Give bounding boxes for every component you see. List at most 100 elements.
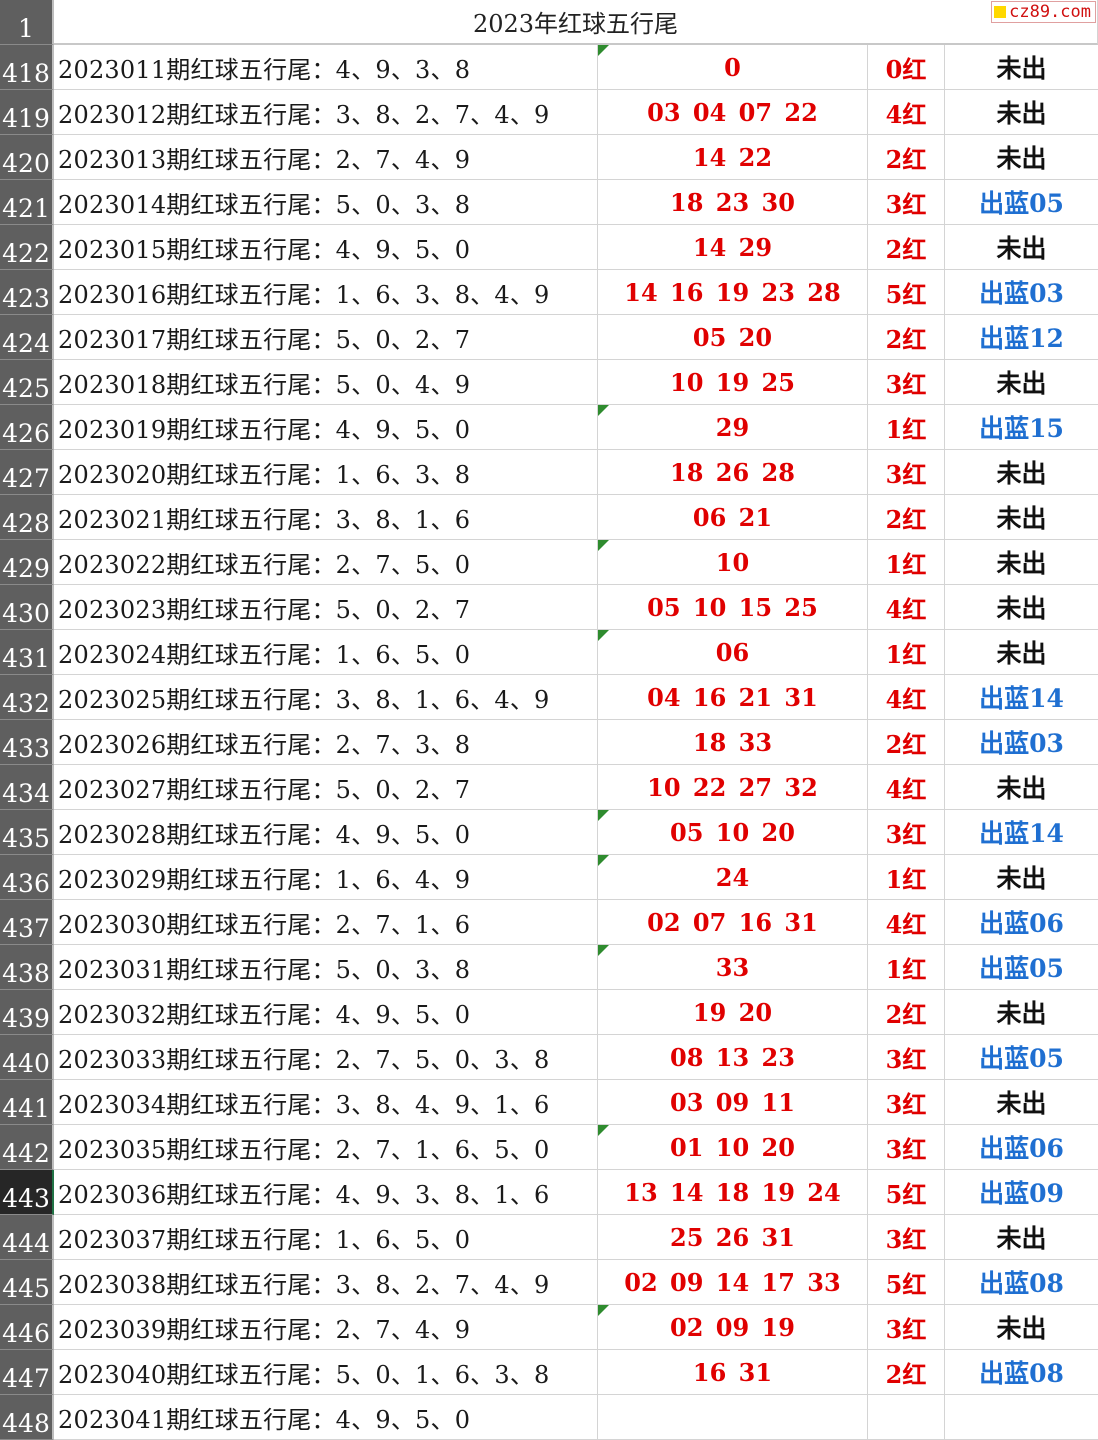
row-number[interactable]: 424 — [0, 315, 54, 360]
row-number[interactable]: 433 — [0, 720, 54, 765]
red-numbers-cell[interactable]: 02 07 16 31 — [598, 900, 868, 945]
red-numbers-cell[interactable]: 06 — [598, 630, 868, 675]
red-numbers-cell[interactable]: 03 09 11 — [598, 1080, 868, 1125]
desc-cell[interactable]: 2023015期红球五行尾：4、9、5、0 — [54, 225, 598, 270]
desc-cell[interactable]: 2023036期红球五行尾：4、9、3、8、1、6 — [54, 1170, 598, 1215]
red-count-cell[interactable]: 4红 — [868, 900, 945, 945]
red-count-cell[interactable]: 4红 — [868, 90, 945, 135]
red-numbers-cell[interactable]: 05 20 — [598, 315, 868, 360]
red-numbers-cell[interactable]: 02 09 14 17 33 — [598, 1260, 868, 1305]
red-count-cell[interactable] — [868, 1395, 945, 1440]
result-cell[interactable]: 未出 — [945, 225, 1098, 270]
row-number[interactable]: 438 — [0, 945, 54, 990]
result-cell[interactable]: 出蓝15 — [945, 405, 1098, 450]
desc-cell[interactable]: 2023032期红球五行尾：4、9、5、0 — [54, 990, 598, 1035]
red-numbers-cell[interactable]: 16 31 — [598, 1350, 868, 1395]
red-count-cell[interactable]: 5红 — [868, 270, 945, 315]
desc-cell[interactable]: 2023018期红球五行尾：5、0、4、9 — [54, 360, 598, 405]
row-number-header[interactable]: 1 — [0, 0, 54, 45]
row-number[interactable]: 425 — [0, 360, 54, 405]
row-number[interactable]: 437 — [0, 900, 54, 945]
row-number[interactable]: 420 — [0, 135, 54, 180]
red-count-cell[interactable]: 3红 — [868, 1080, 945, 1125]
red-numbers-cell[interactable]: 33 — [598, 945, 868, 990]
result-cell[interactable]: 出蓝06 — [945, 1125, 1098, 1170]
red-numbers-cell[interactable]: 19 20 — [598, 990, 868, 1035]
red-count-cell[interactable]: 0红 — [868, 45, 945, 90]
desc-cell[interactable]: 2023030期红球五行尾：2、7、1、6 — [54, 900, 598, 945]
desc-cell[interactable]: 2023037期红球五行尾：1、6、5、0 — [54, 1215, 598, 1260]
red-count-cell[interactable]: 2红 — [868, 720, 945, 765]
red-count-cell[interactable]: 4红 — [868, 675, 945, 720]
red-count-cell[interactable]: 2红 — [868, 495, 945, 540]
result-cell[interactable]: 未出 — [945, 630, 1098, 675]
row-number[interactable]: 426 — [0, 405, 54, 450]
row-number[interactable]: 421 — [0, 180, 54, 225]
red-numbers-cell[interactable]: 04 16 21 31 — [598, 675, 868, 720]
red-count-cell[interactable]: 3红 — [868, 450, 945, 495]
red-numbers-cell[interactable]: 10 19 25 — [598, 360, 868, 405]
red-count-cell[interactable]: 1红 — [868, 630, 945, 675]
desc-cell[interactable]: 2023028期红球五行尾：4、9、5、0 — [54, 810, 598, 855]
desc-cell[interactable]: 2023025期红球五行尾：3、8、1、6、4、9 — [54, 675, 598, 720]
result-cell[interactable]: 未出 — [945, 855, 1098, 900]
result-cell[interactable]: 出蓝05 — [945, 945, 1098, 990]
red-numbers-cell[interactable]: 14 16 19 23 28 — [598, 270, 868, 315]
red-count-cell[interactable]: 5红 — [868, 1170, 945, 1215]
result-cell[interactable]: 出蓝12 — [945, 315, 1098, 360]
red-numbers-cell[interactable]: 0 — [598, 45, 868, 90]
row-number[interactable]: 434 — [0, 765, 54, 810]
result-cell[interactable]: 出蓝14 — [945, 810, 1098, 855]
red-numbers-cell[interactable]: 05 10 20 — [598, 810, 868, 855]
result-cell[interactable]: 出蓝08 — [945, 1350, 1098, 1395]
row-number[interactable]: 422 — [0, 225, 54, 270]
red-numbers-cell[interactable]: 29 — [598, 405, 868, 450]
row-number[interactable]: 447 — [0, 1350, 54, 1395]
row-number[interactable]: 428 — [0, 495, 54, 540]
red-numbers-cell[interactable]: 05 10 15 25 — [598, 585, 868, 630]
red-numbers-cell[interactable]: 14 29 — [598, 225, 868, 270]
red-count-cell[interactable]: 5红 — [868, 1260, 945, 1305]
red-count-cell[interactable]: 4红 — [868, 765, 945, 810]
red-count-cell[interactable]: 2红 — [868, 315, 945, 360]
result-cell[interactable]: 出蓝14 — [945, 675, 1098, 720]
red-numbers-cell[interactable]: 18 23 30 — [598, 180, 868, 225]
red-count-cell[interactable]: 2红 — [868, 990, 945, 1035]
red-count-cell[interactable]: 1红 — [868, 945, 945, 990]
result-cell[interactable]: 未出 — [945, 990, 1098, 1035]
row-number[interactable]: 443 — [0, 1170, 54, 1215]
result-cell[interactable]: 未出 — [945, 1305, 1098, 1350]
red-count-cell[interactable]: 1红 — [868, 855, 945, 900]
desc-cell[interactable]: 2023031期红球五行尾：5、0、3、8 — [54, 945, 598, 990]
desc-cell[interactable]: 2023017期红球五行尾：5、0、2、7 — [54, 315, 598, 360]
row-number[interactable]: 442 — [0, 1125, 54, 1170]
desc-cell[interactable]: 2023040期红球五行尾：5、0、1、6、3、8 — [54, 1350, 598, 1395]
result-cell[interactable] — [945, 1395, 1098, 1440]
result-cell[interactable]: 出蓝06 — [945, 900, 1098, 945]
red-count-cell[interactable]: 3红 — [868, 360, 945, 405]
red-numbers-cell[interactable]: 08 13 23 — [598, 1035, 868, 1080]
result-cell[interactable]: 未出 — [945, 45, 1098, 90]
desc-cell[interactable]: 2023041期红球五行尾：4、9、5、0 — [54, 1395, 598, 1440]
result-cell[interactable]: 出蓝09 — [945, 1170, 1098, 1215]
desc-cell[interactable]: 2023021期红球五行尾：3、8、1、6 — [54, 495, 598, 540]
row-number[interactable]: 445 — [0, 1260, 54, 1305]
red-numbers-cell[interactable]: 24 — [598, 855, 868, 900]
result-cell[interactable]: 未出 — [945, 495, 1098, 540]
result-cell[interactable]: 出蓝05 — [945, 1035, 1098, 1080]
result-cell[interactable]: 出蓝03 — [945, 270, 1098, 315]
result-cell[interactable]: 出蓝08 — [945, 1260, 1098, 1305]
desc-cell[interactable]: 2023019期红球五行尾：4、9、5、0 — [54, 405, 598, 450]
desc-cell[interactable]: 2023023期红球五行尾：5、0、2、7 — [54, 585, 598, 630]
row-number[interactable]: 446 — [0, 1305, 54, 1350]
desc-cell[interactable]: 2023011期红球五行尾：4、9、3、8 — [54, 45, 598, 90]
sheet-title[interactable]: 2023年红球五行尾 — [54, 0, 1098, 45]
desc-cell[interactable]: 2023026期红球五行尾：2、7、3、8 — [54, 720, 598, 765]
red-numbers-cell[interactable]: 18 33 — [598, 720, 868, 765]
desc-cell[interactable]: 2023034期红球五行尾：3、8、4、9、1、6 — [54, 1080, 598, 1125]
row-number[interactable]: 419 — [0, 90, 54, 135]
row-number[interactable]: 427 — [0, 450, 54, 495]
result-cell[interactable]: 出蓝05 — [945, 180, 1098, 225]
result-cell[interactable]: 未出 — [945, 360, 1098, 405]
desc-cell[interactable]: 2023014期红球五行尾：5、0、3、8 — [54, 180, 598, 225]
